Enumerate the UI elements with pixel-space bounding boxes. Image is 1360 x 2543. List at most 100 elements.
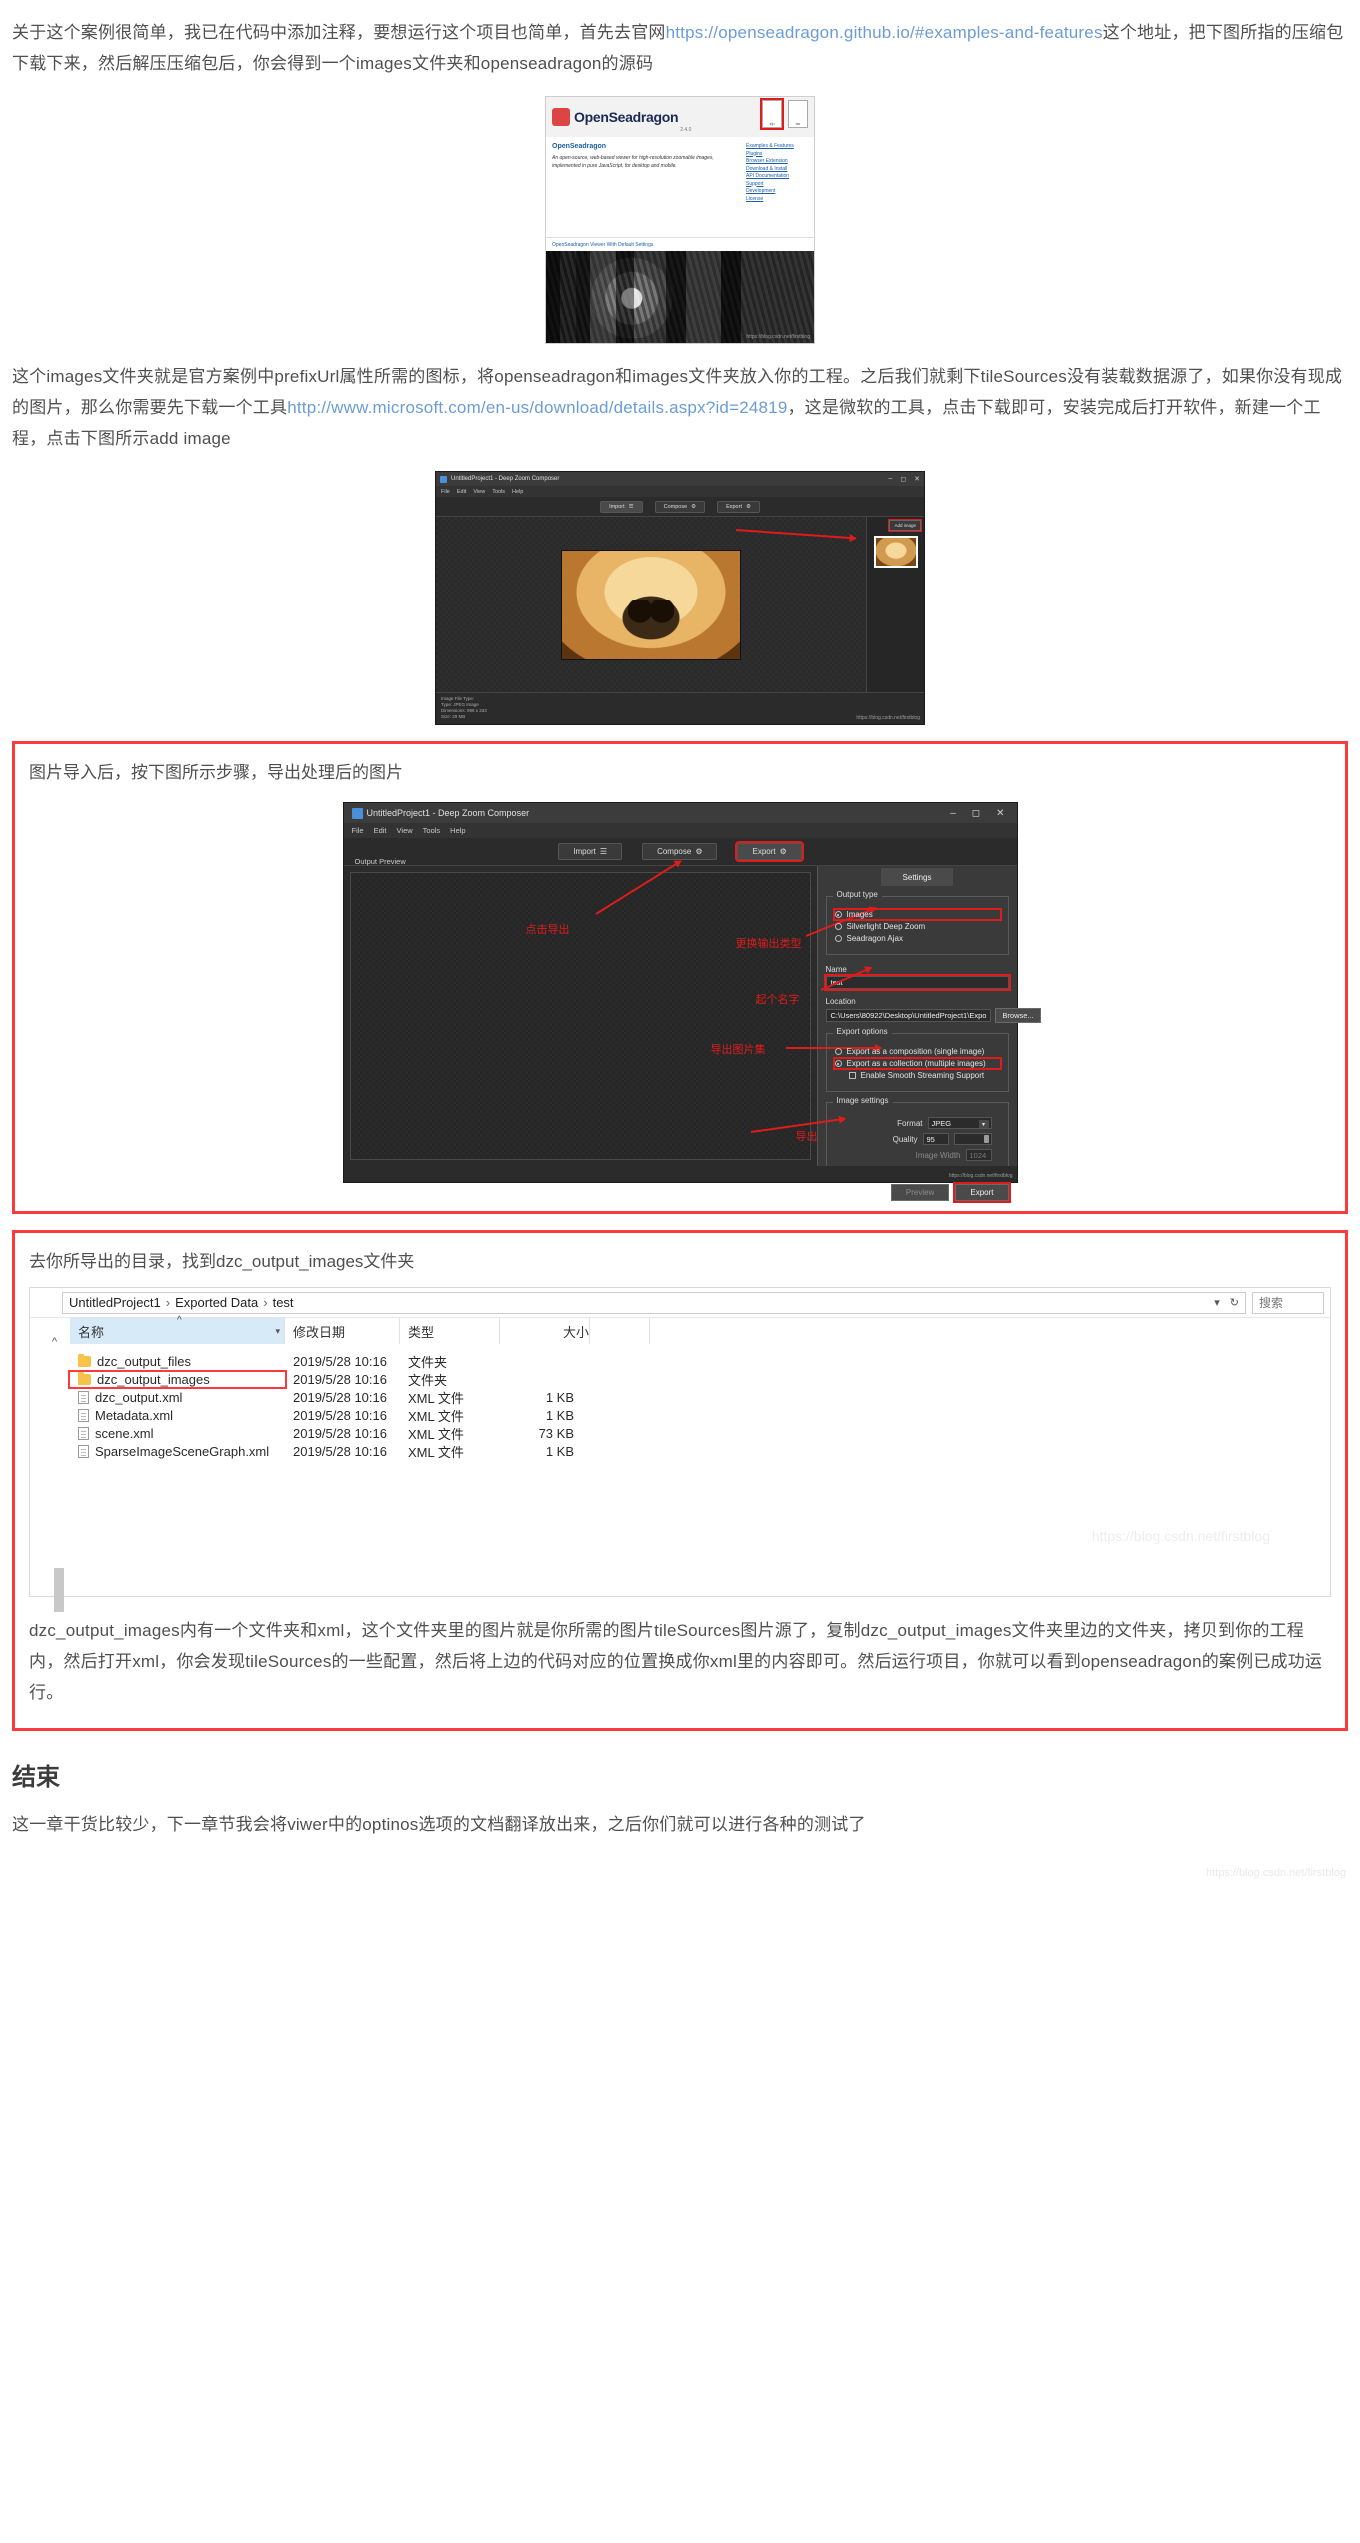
tab-import[interactable]: Import ☰ (600, 500, 643, 513)
search-input[interactable]: 搜索 (1252, 1291, 1324, 1314)
tab-compose-label: Compose (657, 847, 692, 856)
checkbox-smooth-streaming[interactable]: Enable Smooth Streaming Support (848, 1071, 1000, 1080)
osd-nav-item-4[interactable]: API Documentation (746, 173, 808, 181)
osd-nav-item-7[interactable]: License (746, 196, 808, 204)
radio-seadragon-ajax[interactable]: Seadragon Ajax (834, 934, 1000, 943)
breadcrumb-item-2[interactable]: test (273, 1295, 294, 1310)
export-button[interactable]: Export (953, 1182, 1011, 1203)
osd-nav-item-2[interactable]: Browser Extension (746, 158, 808, 166)
image-thumbnail[interactable] (873, 536, 918, 568)
table-row[interactable]: Metadata.xml 2019/5/28 10:16 XML 文件 1 KB (70, 1406, 1330, 1424)
file-name-cell[interactable]: dzc_output_images (68, 1369, 287, 1389)
menu-help[interactable]: Help (512, 489, 523, 495)
osd-nav-item-0[interactable]: Examples & Features (746, 143, 808, 151)
export-options-label: Export options (832, 1027, 892, 1036)
quality-input[interactable]: 95 (922, 1133, 949, 1145)
dzc-titlebar: UntitledProject1 - Deep Zoom Composer – … (436, 472, 924, 486)
closing-paragraph: 这一章干货比较少，下一章节我会将viwer中的optinos选项的文档翻译放出来… (12, 1815, 866, 1834)
vertical-scrollbar[interactable] (54, 1568, 64, 1612)
table-row[interactable]: SparseImageSceneGraph.xml 2019/5/28 10:1… (70, 1442, 1330, 1460)
download-zip-icon[interactable]: zip (760, 98, 784, 130)
close-icon[interactable]: ✕ (914, 475, 920, 483)
chevron-down-icon[interactable]: ▾ (275, 1326, 280, 1337)
format-label: Format (897, 1118, 923, 1128)
file-explorer-screenshot: UntitledProject1 › Exported Data › test … (29, 1287, 1331, 1612)
window-controls: – ◻ ✕ (888, 475, 920, 483)
close-icon[interactable]: ✕ (996, 808, 1004, 819)
annotation-give-name: 起个名字 (755, 994, 800, 1006)
breadcrumb-item-0[interactable]: UntitledProject1 (69, 1295, 161, 1310)
column-header-name[interactable]: ^ 名称 ▾ (70, 1315, 285, 1344)
openseadragon-logo-icon (552, 108, 570, 126)
menu-file[interactable]: File (441, 489, 450, 495)
name-input[interactable]: test (823, 974, 1011, 991)
explorer-redbox: 去你所导出的目录，找到dzc_output_images文件夹 Untitled… (12, 1230, 1348, 1731)
menu-view[interactable]: View (397, 826, 413, 835)
openseadragon-link[interactable]: https://openseadragon.github.io/#example… (666, 23, 1103, 42)
tab-compose[interactable]: Compose ⚙ (654, 500, 706, 513)
menu-file[interactable]: File (352, 826, 364, 835)
file-type-cell: 文件夹 (408, 1354, 448, 1370)
table-row[interactable]: dzc_output.xml 2019/5/28 10:16 XML 文件 1 … (70, 1388, 1330, 1406)
maximize-icon[interactable]: ◻ (900, 475, 906, 483)
minimize-icon[interactable]: – (950, 808, 956, 819)
menu-tools[interactable]: Tools (492, 489, 505, 495)
minimize-icon[interactable]: – (888, 475, 892, 483)
osd-nav-item-6[interactable]: Development (746, 188, 808, 196)
refresh-icon[interactable]: ↻ (1230, 1296, 1239, 1309)
download-icons: zip tar (760, 98, 808, 130)
table-row[interactable]: scene.xml 2019/5/28 10:16 XML 文件 73 KB (70, 1424, 1330, 1442)
osd-nav-item-3[interactable]: Download & Install (746, 166, 808, 174)
preview-button[interactable]: Preview (890, 1184, 950, 1201)
menu-edit[interactable]: Edit (374, 826, 387, 835)
export-icon: ⚙ (745, 503, 751, 510)
annotation-click-export: 点击导出 (525, 924, 570, 936)
settings-tab[interactable]: Settings (881, 868, 953, 886)
breadcrumb-item-1[interactable]: Exported Data (175, 1295, 258, 1310)
radio-images[interactable]: Images (832, 908, 1002, 921)
table-row[interactable]: dzc_output_images 2019/5/28 10:16 文件夹 (68, 1369, 1330, 1389)
maximize-icon[interactable]: ◻ (972, 808, 980, 819)
add-image-button[interactable]: Add image (888, 519, 922, 532)
tab-export[interactable]: Export ⚙ (717, 500, 760, 513)
menu-view[interactable]: View (473, 489, 485, 495)
column-header-date[interactable]: 修改日期 (285, 1318, 400, 1344)
browse-button[interactable]: Browse... (995, 1008, 1041, 1023)
menu-tools[interactable]: Tools (423, 826, 441, 835)
tab-export[interactable]: Export ⚙ (735, 841, 804, 862)
page-title: 结束 (12, 1764, 60, 1791)
file-name-cell[interactable]: SparseImageSceneGraph.xml (70, 1444, 285, 1459)
osd-nav-item-1[interactable]: Plugins (746, 151, 808, 159)
osd-viewer-image (546, 251, 814, 343)
file-size-cell: 1 KB (545, 1407, 574, 1423)
file-type-cell: 文件夹 (408, 1372, 448, 1388)
dzc-import-stage: Add image (436, 517, 924, 692)
chevron-down-icon[interactable]: ▾ (1214, 1296, 1220, 1309)
tab-import-label: Import (573, 847, 596, 856)
menu-help[interactable]: Help (450, 826, 465, 835)
file-name-cell[interactable]: Metadata.xml (70, 1408, 285, 1423)
table-row[interactable]: dzc_output_files 2019/5/28 10:16 文件夹 (70, 1352, 1330, 1370)
format-select[interactable]: JPEG ▾ (927, 1117, 992, 1129)
dzc-export-body: Output Preview 点击导出 更换输出类型 起个名字 导出图片集 导出 (344, 857, 1041, 1203)
column-header-type[interactable]: 类型 (400, 1318, 500, 1344)
location-input[interactable]: C:\Users\80922\Desktop\UntitledProject1\… (825, 1009, 992, 1022)
file-name-cell[interactable]: scene.xml (70, 1426, 285, 1441)
quality-slider[interactable] (953, 1133, 992, 1145)
file-name-cell[interactable]: dzc_output_files (70, 1353, 285, 1369)
chevron-up-icon[interactable]: ^ (52, 1336, 57, 1348)
microsoft-download-link[interactable]: http://www.microsoft.com/en-us/download/… (287, 398, 787, 417)
radio-images-icon (834, 911, 842, 918)
file-name-cell[interactable]: dzc_output.xml (70, 1390, 285, 1405)
menu-edit[interactable]: Edit (457, 489, 466, 495)
image-width-label: Image Width (915, 1150, 961, 1160)
radio-silverlight[interactable]: Silverlight Deep Zoom (834, 922, 1000, 931)
breadcrumb[interactable]: UntitledProject1 › Exported Data › test … (62, 1291, 1246, 1314)
file-info-line-2: Size: 29 MB (441, 714, 466, 719)
osd-nav-item-5[interactable]: Support (746, 181, 808, 189)
column-header-size[interactable]: 大小 (500, 1318, 590, 1344)
radio-multiple-images[interactable]: Export as a collection (multiple images) (832, 1057, 1002, 1070)
radio-single-image[interactable]: Export as a composition (single image) (834, 1047, 1000, 1056)
download-tar-icon[interactable]: tar (788, 100, 808, 128)
tab-import[interactable]: Import ☰ (558, 843, 623, 860)
